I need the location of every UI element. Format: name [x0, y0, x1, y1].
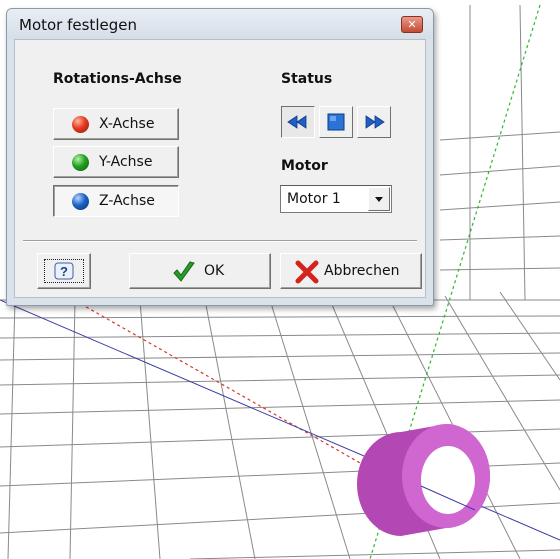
rewind-icon — [287, 115, 307, 129]
cylinder-ring-object[interactable] — [357, 424, 490, 536]
cancel-label: Abbrechen — [324, 263, 400, 279]
blue-ball-icon — [72, 193, 89, 210]
fast-forward-button[interactable] — [357, 106, 391, 138]
rewind-button[interactable] — [281, 106, 315, 138]
x-axis-line — [59, 291, 391, 481]
ok-button[interactable]: OK — [129, 253, 271, 289]
x-axis-label: X-Achse — [99, 116, 155, 132]
y-axis-label: Y-Achse — [99, 154, 153, 170]
help-button-focus: ? — [44, 259, 84, 283]
dialog-body: Rotations-Achse X-Achse Y-Achse Z-Achse … — [14, 39, 426, 298]
footer-separator — [23, 240, 417, 242]
status-label: Status — [281, 71, 333, 87]
stop-button[interactable] — [319, 106, 353, 138]
red-x-icon — [295, 260, 319, 284]
help-icon: ? — [54, 262, 74, 280]
dialog-title: Motor festlegen — [19, 16, 137, 34]
motor-select-dropdown-button[interactable] — [368, 187, 390, 211]
x-axis-button[interactable]: X-Achse — [53, 108, 179, 140]
cancel-button[interactable]: Abbrechen — [280, 253, 422, 289]
svg-text:?: ? — [60, 264, 68, 279]
checkmark-icon — [173, 261, 195, 282]
green-ball-icon — [72, 154, 89, 171]
y-axis-button[interactable]: Y-Achse — [53, 146, 179, 178]
stop-icon — [327, 113, 345, 131]
rotation-axis-label: Rotations-Achse — [53, 71, 182, 87]
close-button[interactable]: ✕ — [401, 16, 423, 33]
close-icon: ✕ — [407, 18, 417, 31]
chevron-down-icon — [375, 197, 383, 202]
z-axis-button[interactable]: Z-Achse — [53, 185, 179, 217]
motor-select-value: Motor 1 — [287, 191, 341, 207]
z-axis-label: Z-Achse — [99, 193, 155, 209]
motor-label: Motor — [281, 158, 328, 174]
motor-dialog: Motor festlegen ✕ Rotations-Achse X-Achs… — [6, 8, 434, 306]
ok-label: OK — [204, 263, 225, 279]
help-button[interactable]: ? — [37, 253, 91, 289]
red-ball-icon — [72, 116, 89, 133]
dialog-titlebar[interactable]: Motor festlegen ✕ — [7, 9, 433, 39]
fast-forward-icon — [365, 115, 385, 129]
motor-select[interactable]: Motor 1 — [280, 185, 392, 213]
